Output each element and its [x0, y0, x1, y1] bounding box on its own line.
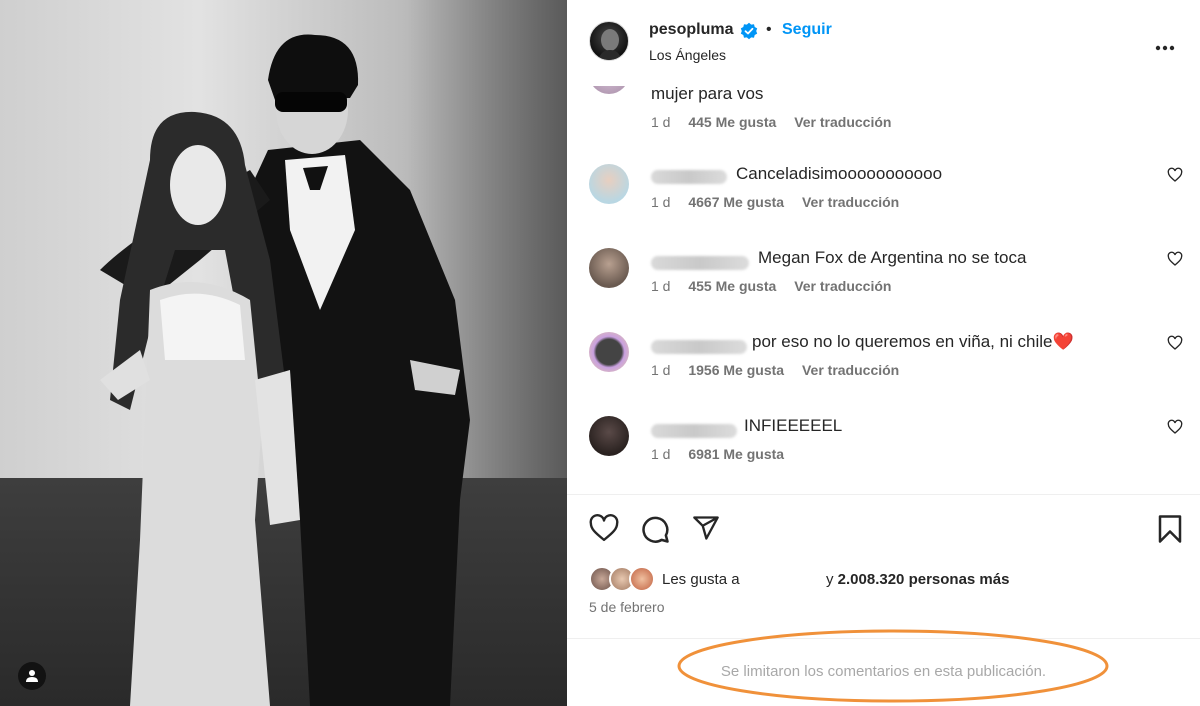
comment-meta: 1 d 4667 Me gusta Ver traducción — [651, 194, 913, 210]
translate-link[interactable]: Ver traducción — [802, 362, 899, 378]
likes-summary[interactable]: Les gusta a y 2.008.320 personas más — [589, 566, 1189, 592]
share-icon[interactable] — [692, 514, 720, 547]
liker-avatar — [629, 566, 655, 592]
comment-text: INFIEEEEEL — [744, 416, 843, 435]
likes-count[interactable]: 2.008.320 personas más — [838, 571, 1010, 588]
comment-item: mujer para vos 1 d 445 Me gusta Ver trad… — [567, 86, 1200, 162]
header-separator: • — [766, 21, 772, 38]
comment-text: Megan Fox de Argentina no se toca — [758, 248, 1027, 267]
comment-likes[interactable]: 4667 Me gusta — [688, 194, 784, 210]
translate-link[interactable]: Ver traducción — [794, 114, 891, 130]
comment-icon[interactable] — [640, 514, 670, 549]
comment-text-content: por eso no lo queremos en viña, ni chile — [752, 332, 1053, 351]
comment-item: Megan Fox de Argentina no se toca 1 d 45… — [567, 248, 1200, 332]
post-panel: pesopluma • Seguir Los Ángeles mujer par… — [567, 0, 1200, 706]
comment-username-blurred[interactable] — [651, 424, 737, 438]
likes-count-text[interactable]: y 2.008.320 personas más — [826, 571, 1009, 588]
post-date[interactable]: 5 de febrero — [589, 599, 665, 615]
comment-text: mujer para vos — [651, 86, 764, 103]
likes-suffix-pre: y — [826, 571, 834, 588]
comment-avatar[interactable] — [589, 86, 629, 94]
heart-icon[interactable] — [589, 514, 619, 547]
comment-username-blurred[interactable] — [651, 256, 749, 270]
comment-avatar[interactable] — [589, 332, 629, 372]
follow-button[interactable]: Seguir — [782, 21, 832, 39]
translate-link[interactable]: Ver traducción — [794, 278, 891, 294]
comment-avatar[interactable] — [589, 416, 629, 456]
comment-username-blurred[interactable] — [651, 170, 727, 184]
divider — [567, 494, 1200, 495]
post-location[interactable]: Los Ángeles — [649, 47, 726, 63]
divider — [567, 638, 1200, 639]
comment-item: por eso no lo queremos en viña, ni chile… — [567, 332, 1200, 416]
comments-limited-notice: Se limitaron los comentarios en esta pub… — [720, 663, 1047, 680]
red-heart-emoji: ❤️ — [1052, 332, 1074, 351]
likes-prefix: Les gusta a — [662, 571, 740, 588]
comment-meta: 1 d 445 Me gusta Ver traducción — [651, 114, 905, 130]
author-username[interactable]: pesopluma — [649, 21, 733, 39]
comment-time[interactable]: 1 d — [651, 114, 670, 130]
author-avatar[interactable] — [589, 21, 629, 61]
verified-badge-icon — [740, 22, 758, 45]
comment-heart-icon[interactable] — [1167, 167, 1183, 188]
comment-time[interactable]: 1 d — [651, 194, 670, 210]
post-actions — [567, 510, 1200, 550]
comment-likes[interactable]: 445 Me gusta — [688, 114, 776, 130]
translate-link[interactable]: Ver traducción — [802, 194, 899, 210]
comment-heart-icon[interactable] — [1167, 251, 1183, 272]
comment-likes[interactable]: 6981 Me gusta — [688, 446, 784, 462]
post-header: pesopluma • Seguir Los Ángeles — [567, 0, 1200, 86]
liker-username-redacted[interactable] — [749, 573, 819, 586]
photo-subjects — [100, 34, 470, 706]
bookmark-icon[interactable] — [1157, 514, 1183, 549]
comment-item: INFIEEEEEL 1 d 6981 Me gusta — [567, 416, 1200, 494]
comment-heart-icon[interactable] — [1167, 419, 1183, 440]
more-options-icon[interactable] — [1155, 38, 1175, 56]
comment-item: Canceladisimooooooooooo 1 d 4667 Me gust… — [567, 164, 1200, 248]
comment-username-blurred[interactable] — [651, 340, 747, 354]
comment-time[interactable]: 1 d — [651, 362, 670, 378]
liker-avatars[interactable] — [589, 566, 657, 592]
comment-text: Canceladisimooooooooooo — [736, 164, 943, 183]
comment-time[interactable]: 1 d — [651, 278, 670, 294]
comment-meta: 1 d 6981 Me gusta — [651, 446, 798, 462]
comment-avatar[interactable] — [589, 164, 629, 204]
comment-meta: 1 d 455 Me gusta Ver traducción — [651, 278, 905, 294]
post-photo[interactable] — [0, 0, 567, 706]
comment-likes[interactable]: 1956 Me gusta — [688, 362, 784, 378]
comment-meta: 1 d 1956 Me gusta Ver traducción — [651, 362, 913, 378]
comment-text: por eso no lo queremos en viña, ni chile… — [752, 332, 1074, 352]
comments-list[interactable]: mujer para vos 1 d 445 Me gusta Ver trad… — [567, 86, 1200, 494]
comment-likes[interactable]: 455 Me gusta — [688, 278, 776, 294]
comment-heart-icon[interactable] — [1167, 335, 1183, 356]
user-tag-icon[interactable] — [18, 662, 46, 690]
comment-time[interactable]: 1 d — [651, 446, 670, 462]
comment-avatar[interactable] — [589, 248, 629, 288]
